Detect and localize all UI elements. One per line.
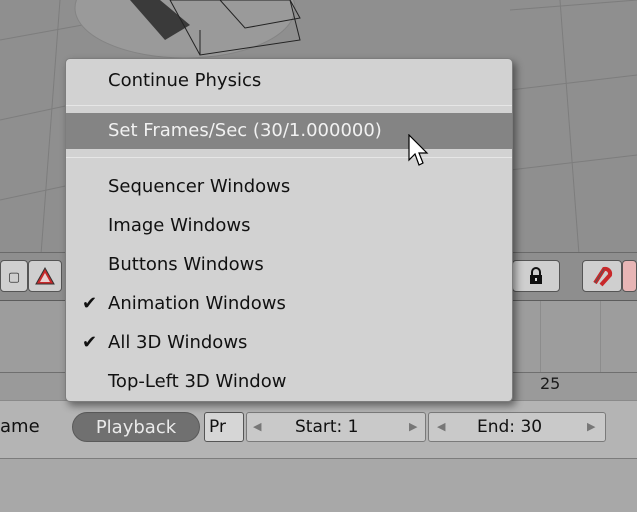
frame-label: ame	[0, 416, 40, 437]
partial-header-icon[interactable]: ▢	[0, 260, 28, 292]
checkmark-icon: ✔	[82, 332, 98, 353]
playback-menu-button[interactable]: Playback	[72, 412, 200, 442]
menu-item-sequencer-windows[interactable]: Sequencer Windows	[66, 169, 512, 205]
menu-item-label: Top-Left 3D Window	[108, 371, 287, 392]
bottom-panel	[0, 458, 637, 512]
menu-item-set-frames-per-sec[interactable]: Set Frames/Sec (30/1.000000)	[66, 113, 512, 149]
increment-start-icon[interactable]: ▶	[409, 413, 417, 441]
menu-item-all-3d-windows[interactable]: ✔ All 3D Windows	[66, 325, 512, 361]
preview-range-button[interactable]: Pr	[204, 412, 244, 442]
warning-triangle-icon[interactable]	[28, 260, 62, 292]
start-frame-label: Start: 1	[295, 417, 359, 437]
frame-marker-label: 25	[540, 374, 561, 393]
menu-item-image-windows[interactable]: Image Windows	[66, 208, 512, 244]
checkmark-icon: ✔	[82, 293, 98, 314]
menu-separator	[66, 153, 512, 163]
partial-right-icon[interactable]	[622, 260, 637, 292]
menu-item-label: Sequencer Windows	[108, 176, 291, 197]
magnet-icon[interactable]	[582, 260, 622, 292]
menu-item-continue-physics[interactable]: Continue Physics	[66, 63, 512, 99]
end-frame-label: End: 30	[477, 417, 543, 437]
start-frame-field[interactable]: ◀ Start: 1 ▶	[246, 412, 426, 442]
increment-end-icon[interactable]: ▶	[587, 413, 595, 441]
menu-item-top-left-3d-window[interactable]: Top-Left 3D Window	[66, 364, 512, 400]
mouse-pointer-icon	[408, 134, 429, 166]
end-frame-field[interactable]: ◀ End: 30 ▶	[428, 412, 606, 442]
menu-item-label: Continue Physics	[108, 70, 262, 91]
menu-item-buttons-windows[interactable]: Buttons Windows	[66, 247, 512, 283]
menu-item-label: Buttons Windows	[108, 254, 264, 275]
decrement-end-icon[interactable]: ◀	[437, 413, 445, 441]
menu-item-label: All 3D Windows	[108, 332, 248, 353]
menu-item-label: Image Windows	[108, 215, 251, 236]
menu-item-label: Set Frames/Sec (30/1.000000)	[108, 120, 382, 141]
decrement-start-icon[interactable]: ◀	[253, 413, 261, 441]
menu-separator	[66, 101, 512, 111]
menu-item-animation-windows[interactable]: ✔ Animation Windows	[66, 286, 512, 322]
menu-item-label: Animation Windows	[108, 293, 286, 314]
playback-popup-menu: Continue Physics Set Frames/Sec (30/1.00…	[65, 58, 513, 402]
lock-icon[interactable]	[512, 260, 560, 292]
